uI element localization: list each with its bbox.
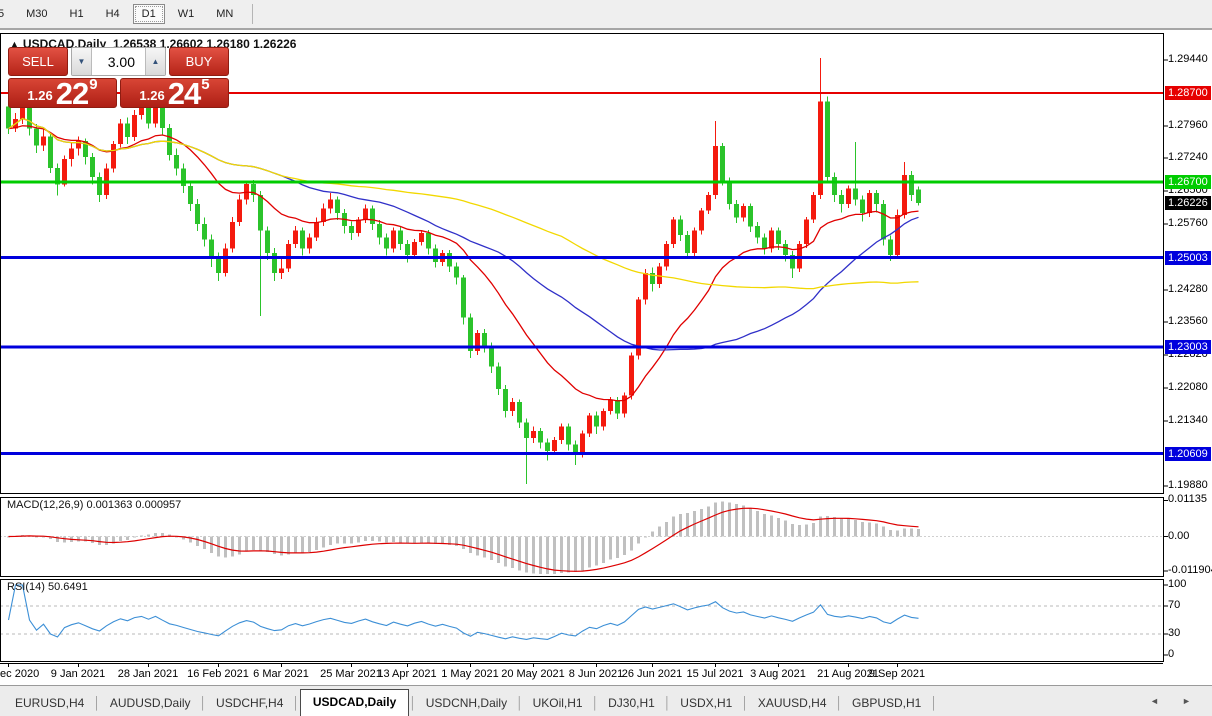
price-level-badge-1.25003: 1.25003 (1165, 251, 1211, 265)
buy-price-box[interactable]: 1.26 24 5 (120, 78, 229, 108)
tab-separator: │ (516, 696, 524, 716)
price-level-badge-1.20609: 1.20609 (1165, 447, 1211, 461)
one-click-trade-panel: SELL ▼ 3.00 ▲ BUY 1.26 22 9 1.26 24 5 (8, 47, 229, 108)
date-label: 26 Jun 2021 (622, 668, 683, 680)
sell-price-box[interactable]: 1.26 22 9 (8, 78, 117, 108)
chart-tab-ukoil-h1[interactable]: UKOil,H1 (524, 690, 592, 716)
tab-scroll-right-icon[interactable]: ► (1182, 696, 1191, 706)
tab-separator: │ (592, 696, 600, 716)
chart-tab-usdchf-h4[interactable]: USDCHF,H4 (207, 690, 292, 716)
price-tick-1.29440: 1.29440 (1168, 53, 1212, 66)
current-price-badge: 1.26226 (1165, 196, 1211, 210)
date-label: 3 Aug 2021 (750, 668, 806, 680)
date-label: 9 Sep 2021 (869, 668, 925, 680)
price-tick-1.21340: 1.21340 (1168, 414, 1212, 427)
price-tick-1.19880: 1.19880 (1168, 479, 1212, 492)
date-label: 8 Jun 2021 (569, 668, 623, 680)
date-label: 16 Feb 2021 (187, 668, 249, 680)
chart-tab-usdcnh-daily[interactable]: USDCNH,Daily (417, 690, 516, 716)
chart-tab-xauusd-h4[interactable]: XAUUSD,H4 (749, 690, 836, 716)
macd-tick--0.011904: -0.011904 (1168, 564, 1212, 577)
date-label: 6 Mar 2021 (253, 668, 309, 680)
price-tick-1.24280: 1.24280 (1168, 283, 1212, 296)
volume-increase-icon[interactable]: ▲ (145, 48, 165, 75)
sell-price-prefix: 1.26 (27, 89, 52, 102)
buy-button[interactable]: BUY (169, 47, 229, 76)
tab-scroll-left-icon[interactable]: ◄ (1150, 696, 1159, 706)
chart-tab-bar: EURUSD,H4│AUDUSD,Daily│USDCHF,H4│USDCAD,… (0, 685, 1212, 716)
price-level-badge-1.28700: 1.28700 (1165, 86, 1211, 100)
price-tick-1.23560: 1.23560 (1168, 315, 1212, 328)
rsi-tick-70: 70 (1168, 599, 1212, 612)
macd-tick-0.00: 0.00 (1168, 530, 1212, 543)
tab-separator: │ (930, 696, 938, 716)
rsi-tick-0: 0 (1168, 648, 1212, 661)
sell-price-sup: 9 (89, 77, 97, 92)
price-tick-1.27240: 1.27240 (1168, 151, 1212, 164)
price-level-badge-1.26700: 1.26700 (1165, 175, 1211, 189)
chart-tab-usdx-h1[interactable]: USDX,H1 (671, 690, 741, 716)
volume-input[interactable]: 3.00 (92, 48, 145, 75)
price-level-badge-1.23003: 1.23003 (1165, 340, 1211, 354)
date-label: 13 Apr 2021 (377, 668, 436, 680)
tab-separator: │ (741, 696, 749, 716)
date-label: 25 Mar 2021 (320, 668, 382, 680)
tab-separator: │ (664, 696, 672, 716)
tab-separator: │ (292, 696, 300, 716)
macd-indicator-label: MACD(12,26,9) 0.001363 0.000957 (7, 499, 181, 511)
price-tick-1.22080: 1.22080 (1168, 381, 1212, 394)
tab-separator: │ (409, 696, 417, 716)
chart-tab-gbpusd-h1[interactable]: GBPUSD,H1 (843, 690, 930, 716)
chart-tab-usdcad-daily[interactable]: USDCAD,Daily (300, 689, 409, 716)
date-label: 19 Dec 2020 (0, 668, 39, 680)
sell-button[interactable]: SELL (8, 47, 68, 76)
buy-price-sup: 5 (201, 77, 209, 92)
macd-tick-0.01135: 0.01135 (1168, 493, 1212, 506)
chart-tab-eurusd-h4[interactable]: EURUSD,H4 (6, 690, 93, 716)
volume-spinner: ▼ 3.00 ▲ (71, 47, 166, 76)
date-label: 28 Jan 2021 (118, 668, 179, 680)
date-label: 15 Jul 2021 (687, 668, 744, 680)
date-label: 1 May 2021 (441, 668, 498, 680)
price-tick-1.27960: 1.27960 (1168, 119, 1212, 132)
chart-tab-dj30-h1[interactable]: DJ30,H1 (599, 690, 664, 716)
buy-price-prefix: 1.26 (139, 89, 164, 102)
rsi-indicator-label: RSI(14) 50.6491 (7, 581, 88, 593)
date-label: 9 Jan 2021 (51, 668, 105, 680)
rsi-tick-100: 100 (1168, 578, 1212, 591)
rsi-tick-30: 30 (1168, 627, 1212, 640)
tab-separator: │ (93, 696, 101, 716)
tab-separator: │ (836, 696, 844, 716)
price-tick-1.25760: 1.25760 (1168, 217, 1212, 230)
trading-terminal: 5M30H1H4D1W1MN ▲USDCAD,Daily 1.26538 1.2… (0, 0, 1212, 716)
volume-decrease-icon[interactable]: ▼ (72, 48, 92, 75)
sell-price-big: 22 (56, 81, 88, 106)
buy-price-big: 24 (168, 81, 200, 106)
date-label: 20 May 2021 (501, 668, 565, 680)
tab-separator: │ (200, 696, 208, 716)
chart-tab-audusd-daily[interactable]: AUDUSD,Daily (101, 690, 200, 716)
